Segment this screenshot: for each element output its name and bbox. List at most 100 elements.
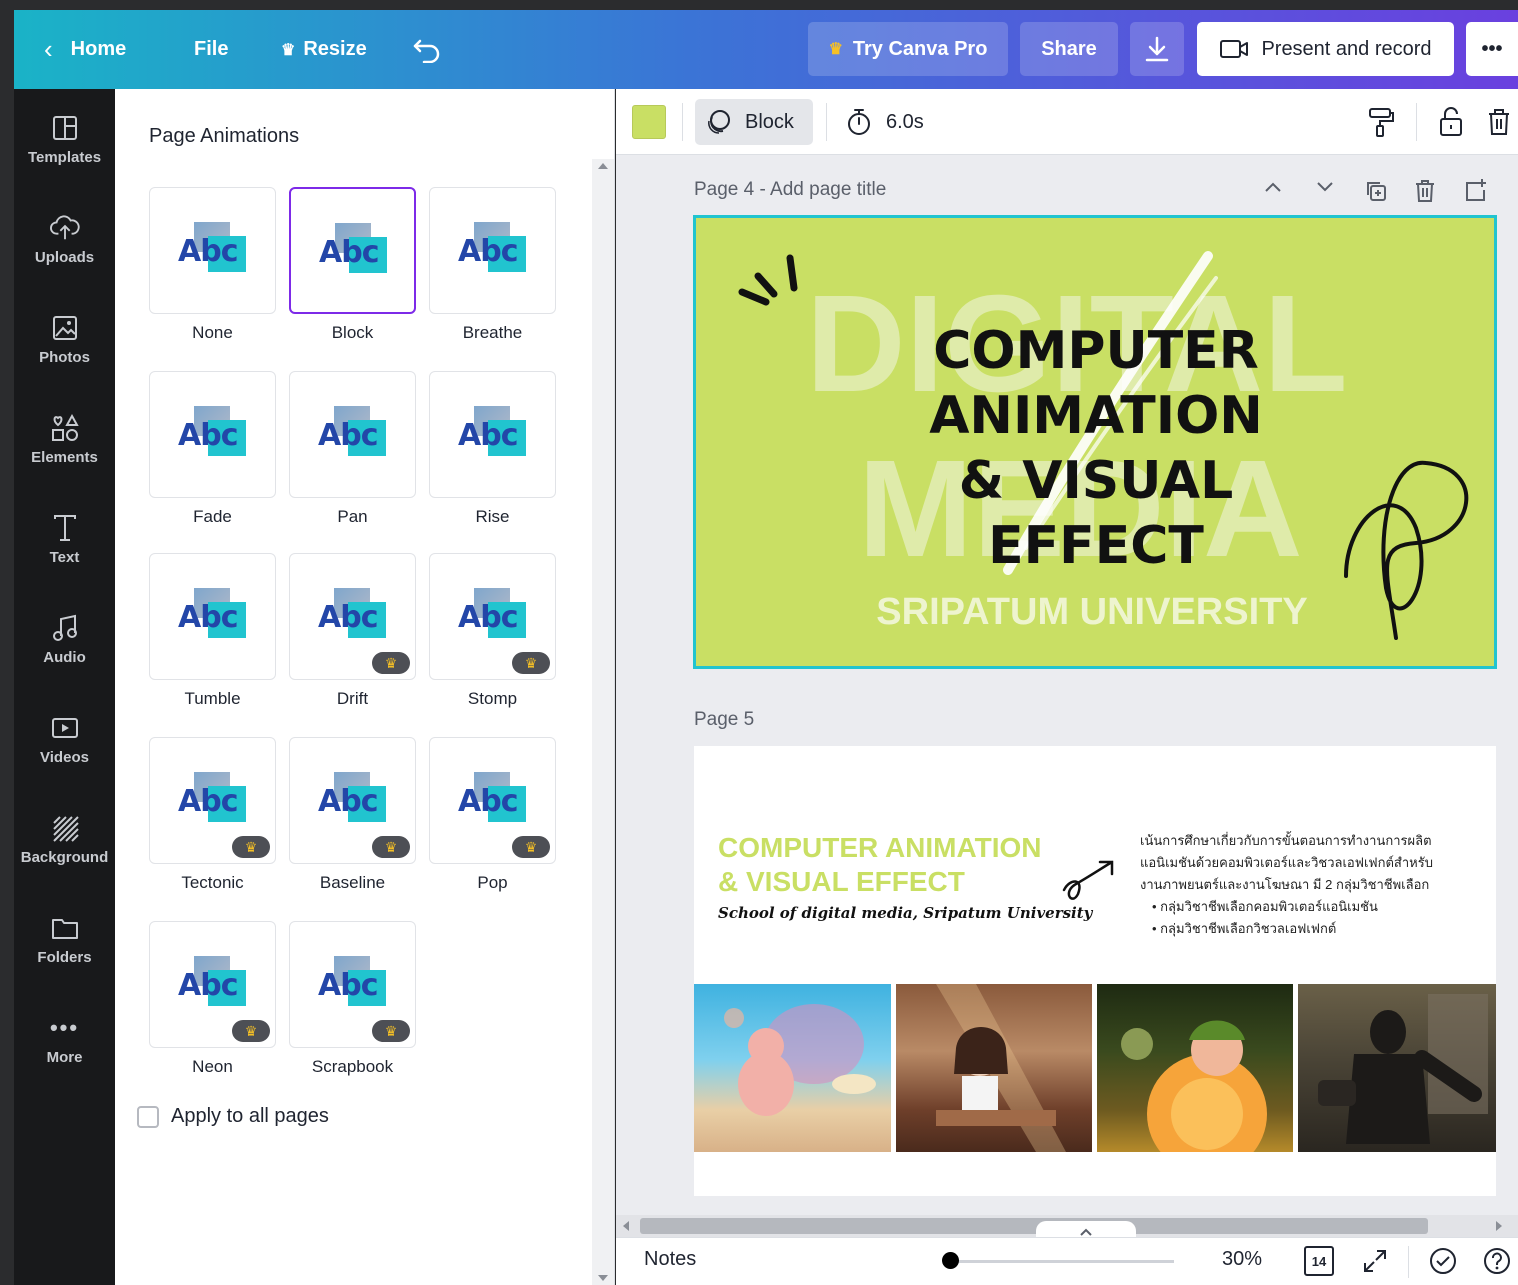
animation-button[interactable]: Block [695, 99, 813, 145]
rail-item-audio[interactable]: Audio [14, 611, 115, 691]
page-5-canvas[interactable]: COMPUTER ANIMATION & VISUAL EFFECT Schoo… [694, 746, 1496, 1196]
rail-item-photos[interactable]: Photos [14, 311, 115, 391]
notes-button[interactable]: Notes [644, 1248, 696, 1271]
rail-item-more[interactable]: ••• More [14, 1011, 115, 1091]
scroll-down-arrow-icon[interactable] [598, 1275, 608, 1281]
zoom-slider[interactable] [950, 1260, 1174, 1263]
apply-all-checkbox[interactable] [137, 1105, 159, 1128]
help-button[interactable] [1480, 1244, 1514, 1278]
check-button[interactable] [1426, 1244, 1460, 1278]
scroll-up-arrow-icon[interactable] [598, 163, 608, 169]
slide-5-heading-2: & VISUAL EFFECT [718, 866, 965, 897]
elements-icon [50, 411, 80, 445]
crown-icon: ♛ [372, 836, 410, 858]
animation-option-block[interactable]: Abc [289, 187, 416, 314]
animation-option-label: Pop [477, 873, 508, 892]
add-page-icon [1466, 179, 1486, 201]
animation-option-breathe[interactable]: Abc [429, 187, 556, 314]
scroll-left-arrow-icon[interactable] [623, 1221, 629, 1231]
animation-option-rise[interactable]: Abc [429, 371, 556, 498]
animation-option-pop[interactable]: Abc ♛ [429, 737, 556, 864]
home-button[interactable]: ‹ Home [44, 10, 126, 89]
rail-item-background[interactable]: Background [14, 811, 115, 891]
duplicate-icon [1367, 182, 1386, 201]
trash-icon [1416, 180, 1434, 202]
move-page-up-button[interactable] [1262, 177, 1284, 203]
animation-option-pan[interactable]: Abc [289, 371, 416, 498]
preview-text: Abc [458, 234, 518, 269]
animation-option-drift[interactable]: Abc ♛ [289, 553, 416, 680]
move-page-down-button[interactable] [1314, 177, 1336, 203]
title-line-4: EFFECT [988, 516, 1204, 576]
rail-item-templates[interactable]: Templates [14, 111, 115, 191]
rail-label: Folders [37, 949, 92, 966]
animation-option-tumble[interactable]: Abc [149, 553, 276, 680]
zoom-level[interactable]: 30% [1222, 1248, 1262, 1271]
slide-5-description: เน้นการศึกษาเกี่ยวกับการขั้นตอนการทำงานก… [1140, 830, 1480, 940]
crown-icon: ♛ [828, 41, 843, 58]
panel-scrollbar[interactable] [592, 159, 614, 1285]
animation-option-stomp[interactable]: Abc ♛ [429, 553, 556, 680]
rail-item-folders[interactable]: Folders [14, 911, 115, 991]
cloud-upload-icon [49, 211, 80, 245]
zoom-slider-knob[interactable] [942, 1252, 959, 1269]
background-color-swatch[interactable] [632, 105, 666, 139]
divider [1408, 1246, 1409, 1278]
crown-icon: ♛ [232, 836, 270, 858]
rail-item-elements[interactable]: Elements [14, 411, 115, 491]
editor-toolbar: Block 6.0s [616, 89, 1518, 155]
scroll-thumb[interactable] [640, 1218, 1428, 1234]
animation-option-label: Tectonic [181, 873, 244, 892]
file-menu[interactable]: File [194, 10, 228, 89]
duplicate-page-button[interactable] [1364, 179, 1388, 209]
animation-preview-thumbnail: Abc [458, 406, 528, 464]
delete-page-button[interactable] [1414, 179, 1436, 209]
resize-button[interactable]: ♛ Resize [281, 10, 367, 89]
more-dots-icon: ••• [1481, 37, 1503, 60]
try-canva-pro-button[interactable]: ♛ Try Canva Pro [808, 22, 1008, 76]
apply-to-all-pages[interactable]: Apply to all pages [137, 1105, 329, 1128]
present-and-record-button[interactable]: Present and record [1197, 22, 1454, 76]
unlock-icon [1440, 107, 1462, 136]
help-icon [1484, 1248, 1510, 1274]
animation-option-baseline[interactable]: Abc ♛ [289, 737, 416, 864]
page-4-title[interactable]: Page 4 - Add page title [694, 179, 886, 201]
animation-option-tectonic[interactable]: Abc ♛ [149, 737, 276, 864]
rail-item-uploads[interactable]: Uploads [14, 211, 115, 291]
animation-option-fade[interactable]: Abc [149, 371, 276, 498]
chevron-up-icon [1080, 1228, 1092, 1236]
page-count-button[interactable]: 14 [1302, 1244, 1336, 1278]
page-5-title[interactable]: Page 5 [694, 709, 754, 731]
rail-item-text[interactable]: Text [14, 511, 115, 591]
add-page-button[interactable] [1464, 177, 1488, 209]
animation-option-neon[interactable]: Abc ♛ [149, 921, 276, 1048]
animation-preview-thumbnail: Abc [319, 223, 389, 281]
share-button[interactable]: Share [1020, 22, 1118, 76]
rail-label: More [46, 1049, 83, 1066]
copy-style-button[interactable] [1364, 105, 1398, 139]
animation-option-label: Fade [193, 507, 232, 526]
delete-button[interactable] [1482, 105, 1516, 139]
resize-label: Resize [303, 38, 367, 60]
lock-button[interactable] [1434, 105, 1468, 139]
more-options-button[interactable]: ••• [1466, 22, 1518, 76]
fullscreen-button[interactable] [1358, 1244, 1392, 1278]
duration-button[interactable]: 6.0s [844, 99, 924, 145]
loop-doodle [1344, 460, 1469, 640]
scroll-right-arrow-icon[interactable] [1496, 1221, 1502, 1231]
animation-still-2 [896, 984, 1092, 1152]
animation-still-3 [1097, 984, 1293, 1174]
undo-button[interactable] [412, 10, 442, 89]
rail-label: Background [20, 849, 109, 866]
animation-preview-thumbnail: Abc [458, 588, 528, 646]
bullet-item: • กลุ่มวิชาชีพเลือกวิชวลเอฟเฟกต์ [1152, 921, 1337, 936]
download-button[interactable] [1130, 22, 1184, 76]
page-4-canvas[interactable]: DIGITAL MEDIA COMPUTER ANIMATION & VISUA… [693, 215, 1497, 669]
animation-option-label: Block [331, 323, 374, 342]
animation-option-scrapbook[interactable]: Abc ♛ [289, 921, 416, 1048]
editor-workspace: Block 6.0s Page 4 - Add page title DIGIT… [616, 89, 1518, 1285]
rail-item-videos[interactable]: Videos [14, 711, 115, 791]
title-line-2: ANIMATION [929, 386, 1263, 446]
animation-option-none[interactable]: Abc [149, 187, 276, 314]
preview-text: Abc [318, 968, 378, 1003]
